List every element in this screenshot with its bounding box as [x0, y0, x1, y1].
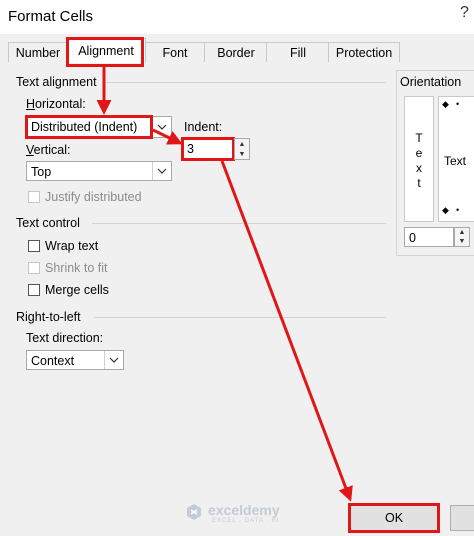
dial-top-marker: ◆ [442, 99, 449, 109]
spin-up-icon[interactable]: ▲ [455, 228, 469, 237]
alignment-tab-highlight [66, 37, 144, 67]
chevron-down-icon [104, 351, 123, 369]
tab-border[interactable]: Border [204, 42, 268, 63]
merge-cells-checkbox[interactable] [28, 284, 40, 296]
orientation-heading: Orientation [400, 75, 466, 89]
chevron-down-icon [152, 117, 171, 137]
spin-up-icon[interactable]: ▲ [235, 139, 249, 149]
shrink-to-fit-label: Shrink to fit [45, 261, 108, 275]
text-control-divider [92, 223, 386, 224]
exceldemy-logo-icon [185, 503, 203, 526]
dial-dot: • [456, 99, 460, 109]
vertical-text-box[interactable]: T e x t [404, 96, 434, 222]
dialog-title: Format Cells [8, 8, 94, 25]
text-direction-select[interactable]: Context [26, 350, 124, 370]
dial-bottom-marker: ◆ [442, 205, 449, 215]
vertical-select[interactable]: Top [26, 161, 172, 181]
cancel-button[interactable] [450, 505, 474, 531]
degrees-value: 0 [409, 231, 416, 245]
dial-dot: • [456, 205, 460, 215]
watermark-name: exceldemy [208, 502, 280, 518]
ok-highlight [348, 503, 440, 533]
spin-down-icon[interactable]: ▼ [455, 237, 469, 246]
watermark-tagline: EXCEL · DATA · BI [212, 518, 280, 524]
text-direction-value: Context [31, 354, 75, 368]
tab-fill[interactable]: Fill [266, 42, 330, 63]
rtl-divider [94, 317, 386, 318]
dial-text: Text [444, 154, 467, 168]
wrap-text-checkbox[interactable] [28, 240, 40, 252]
orientation-dial[interactable]: ◆ • ◆ • Text [438, 96, 474, 222]
indent-spinner[interactable]: ▲ ▼ [234, 138, 250, 160]
chevron-down-icon [152, 162, 171, 180]
wrap-text-label: Wrap text [45, 239, 99, 253]
degrees-input[interactable]: 0 [404, 227, 454, 247]
horizontal-label: Horizontal: [26, 97, 86, 111]
text-direction-label: Text direction: [26, 331, 104, 345]
indent-highlight [181, 137, 235, 161]
vertical-label: Vertical: [26, 143, 71, 157]
tab-protection[interactable]: Protection [328, 42, 400, 63]
indent-label: Indent: [184, 120, 223, 134]
tab-number[interactable]: Number [8, 42, 68, 63]
vertical-text: T e x t [415, 131, 423, 190]
help-button[interactable]: ? [460, 4, 469, 22]
horizontal-highlight [25, 115, 153, 139]
tab-font[interactable]: Font [144, 42, 206, 63]
text-alignment-divider [104, 82, 386, 83]
degrees-spinner[interactable]: ▲ ▼ [454, 227, 470, 247]
rtl-heading: Right-to-left [16, 310, 81, 324]
justify-distributed-label: Justify distributed [45, 190, 142, 204]
justify-distributed-checkbox[interactable] [28, 191, 40, 203]
text-alignment-heading: Text alignment [16, 75, 97, 89]
vertical-value: Top [31, 165, 52, 179]
text-control-heading: Text control [16, 216, 80, 230]
spin-down-icon[interactable]: ▼ [235, 149, 249, 159]
merge-cells-label: Merge cells [45, 283, 109, 297]
shrink-to-fit-checkbox[interactable] [28, 262, 40, 274]
